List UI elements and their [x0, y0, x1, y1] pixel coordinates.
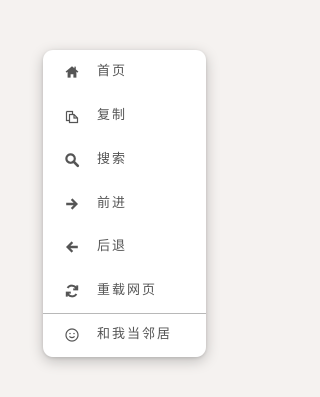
menu-divider	[43, 313, 206, 314]
menu-item-label: 后退	[97, 239, 128, 254]
menu-item-label: 首页	[97, 64, 128, 79]
smiley-icon	[64, 327, 80, 343]
copy-icon	[64, 108, 80, 124]
menu-item-forward[interactable]: 前进	[43, 189, 206, 219]
menu-item-home[interactable]: 首页	[43, 57, 206, 87]
menu-item-reload[interactable]: 重载网页	[43, 276, 206, 306]
menu-item-label: 前进	[97, 196, 128, 211]
menu-item-back[interactable]: 后退	[43, 232, 206, 262]
menu-item-label: 和我当邻居	[97, 327, 173, 342]
menu-item-label: 复制	[97, 108, 128, 123]
home-icon	[64, 64, 80, 80]
menu-item-copy[interactable]: 复制	[43, 101, 206, 131]
arrow-right-icon	[64, 196, 80, 212]
search-icon	[64, 152, 80, 168]
menu-item-label: 重载网页	[97, 283, 158, 298]
reload-icon	[64, 283, 80, 299]
arrow-left-icon	[64, 239, 80, 255]
menu-item-neighbor[interactable]: 和我当邻居	[43, 320, 206, 350]
menu-item-label: 搜索	[97, 152, 128, 167]
menu-item-search[interactable]: 搜索	[43, 145, 206, 175]
context-menu: 首页 复制 搜索 前进 后退 重载网页 和我当邻居	[43, 50, 206, 357]
